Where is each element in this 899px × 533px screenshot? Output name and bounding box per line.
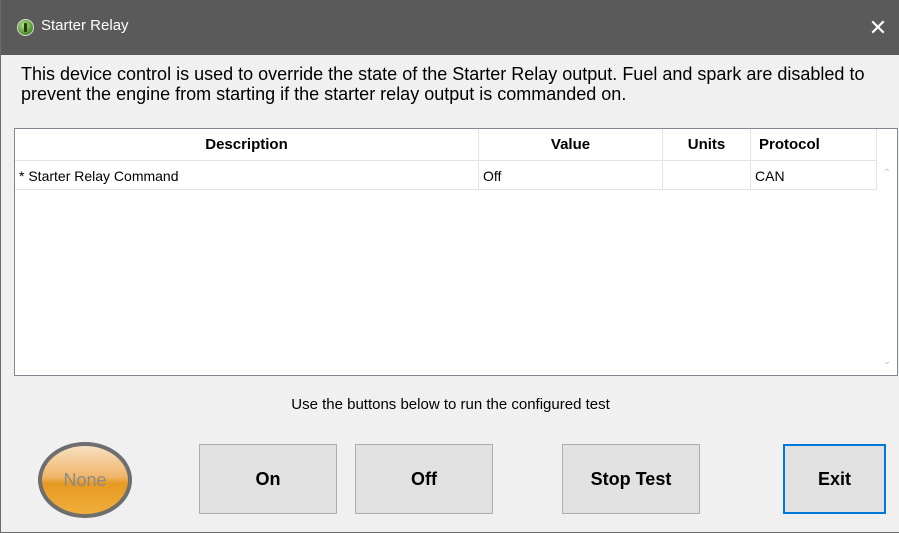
cell-value: Off [479, 160, 663, 190]
exit-button[interactable]: Exit [783, 444, 886, 514]
stop-test-button[interactable]: Stop Test [562, 444, 700, 514]
column-header-value[interactable]: Value [479, 129, 663, 160]
off-button[interactable]: Off [355, 444, 493, 514]
instruction-text: Use the buttons below to run the configu… [291, 396, 610, 413]
cell-units [663, 160, 751, 190]
close-icon[interactable]: ✕ [856, 0, 899, 55]
state-indicator-label: None [42, 446, 128, 514]
column-header-units[interactable]: Units [663, 129, 751, 160]
column-header-description[interactable]: Description [15, 129, 479, 160]
window-title: Starter Relay [41, 17, 129, 34]
description-text: This device control is used to override … [21, 64, 865, 104]
column-header-protocol[interactable]: Protocol [751, 129, 877, 160]
cell-protocol: CAN [751, 160, 877, 190]
on-button[interactable]: On [199, 444, 337, 514]
parameter-table: Description Value Units Protocol * Start… [14, 128, 898, 376]
app-logo-icon [17, 19, 34, 36]
scroll-up-arrow-icon[interactable]: ⌃ [877, 168, 897, 179]
cell-description: * Starter Relay Command [15, 160, 479, 190]
state-indicator: None [38, 442, 132, 518]
scroll-down-arrow-icon[interactable]: ⌄ [877, 356, 897, 367]
starter-relay-dialog: Starter Relay ✕ This device control is u… [0, 0, 899, 533]
vertical-scrollbar[interactable]: ⌃ ⌄ [877, 160, 897, 375]
title-bar: Starter Relay ✕ [1, 0, 899, 55]
